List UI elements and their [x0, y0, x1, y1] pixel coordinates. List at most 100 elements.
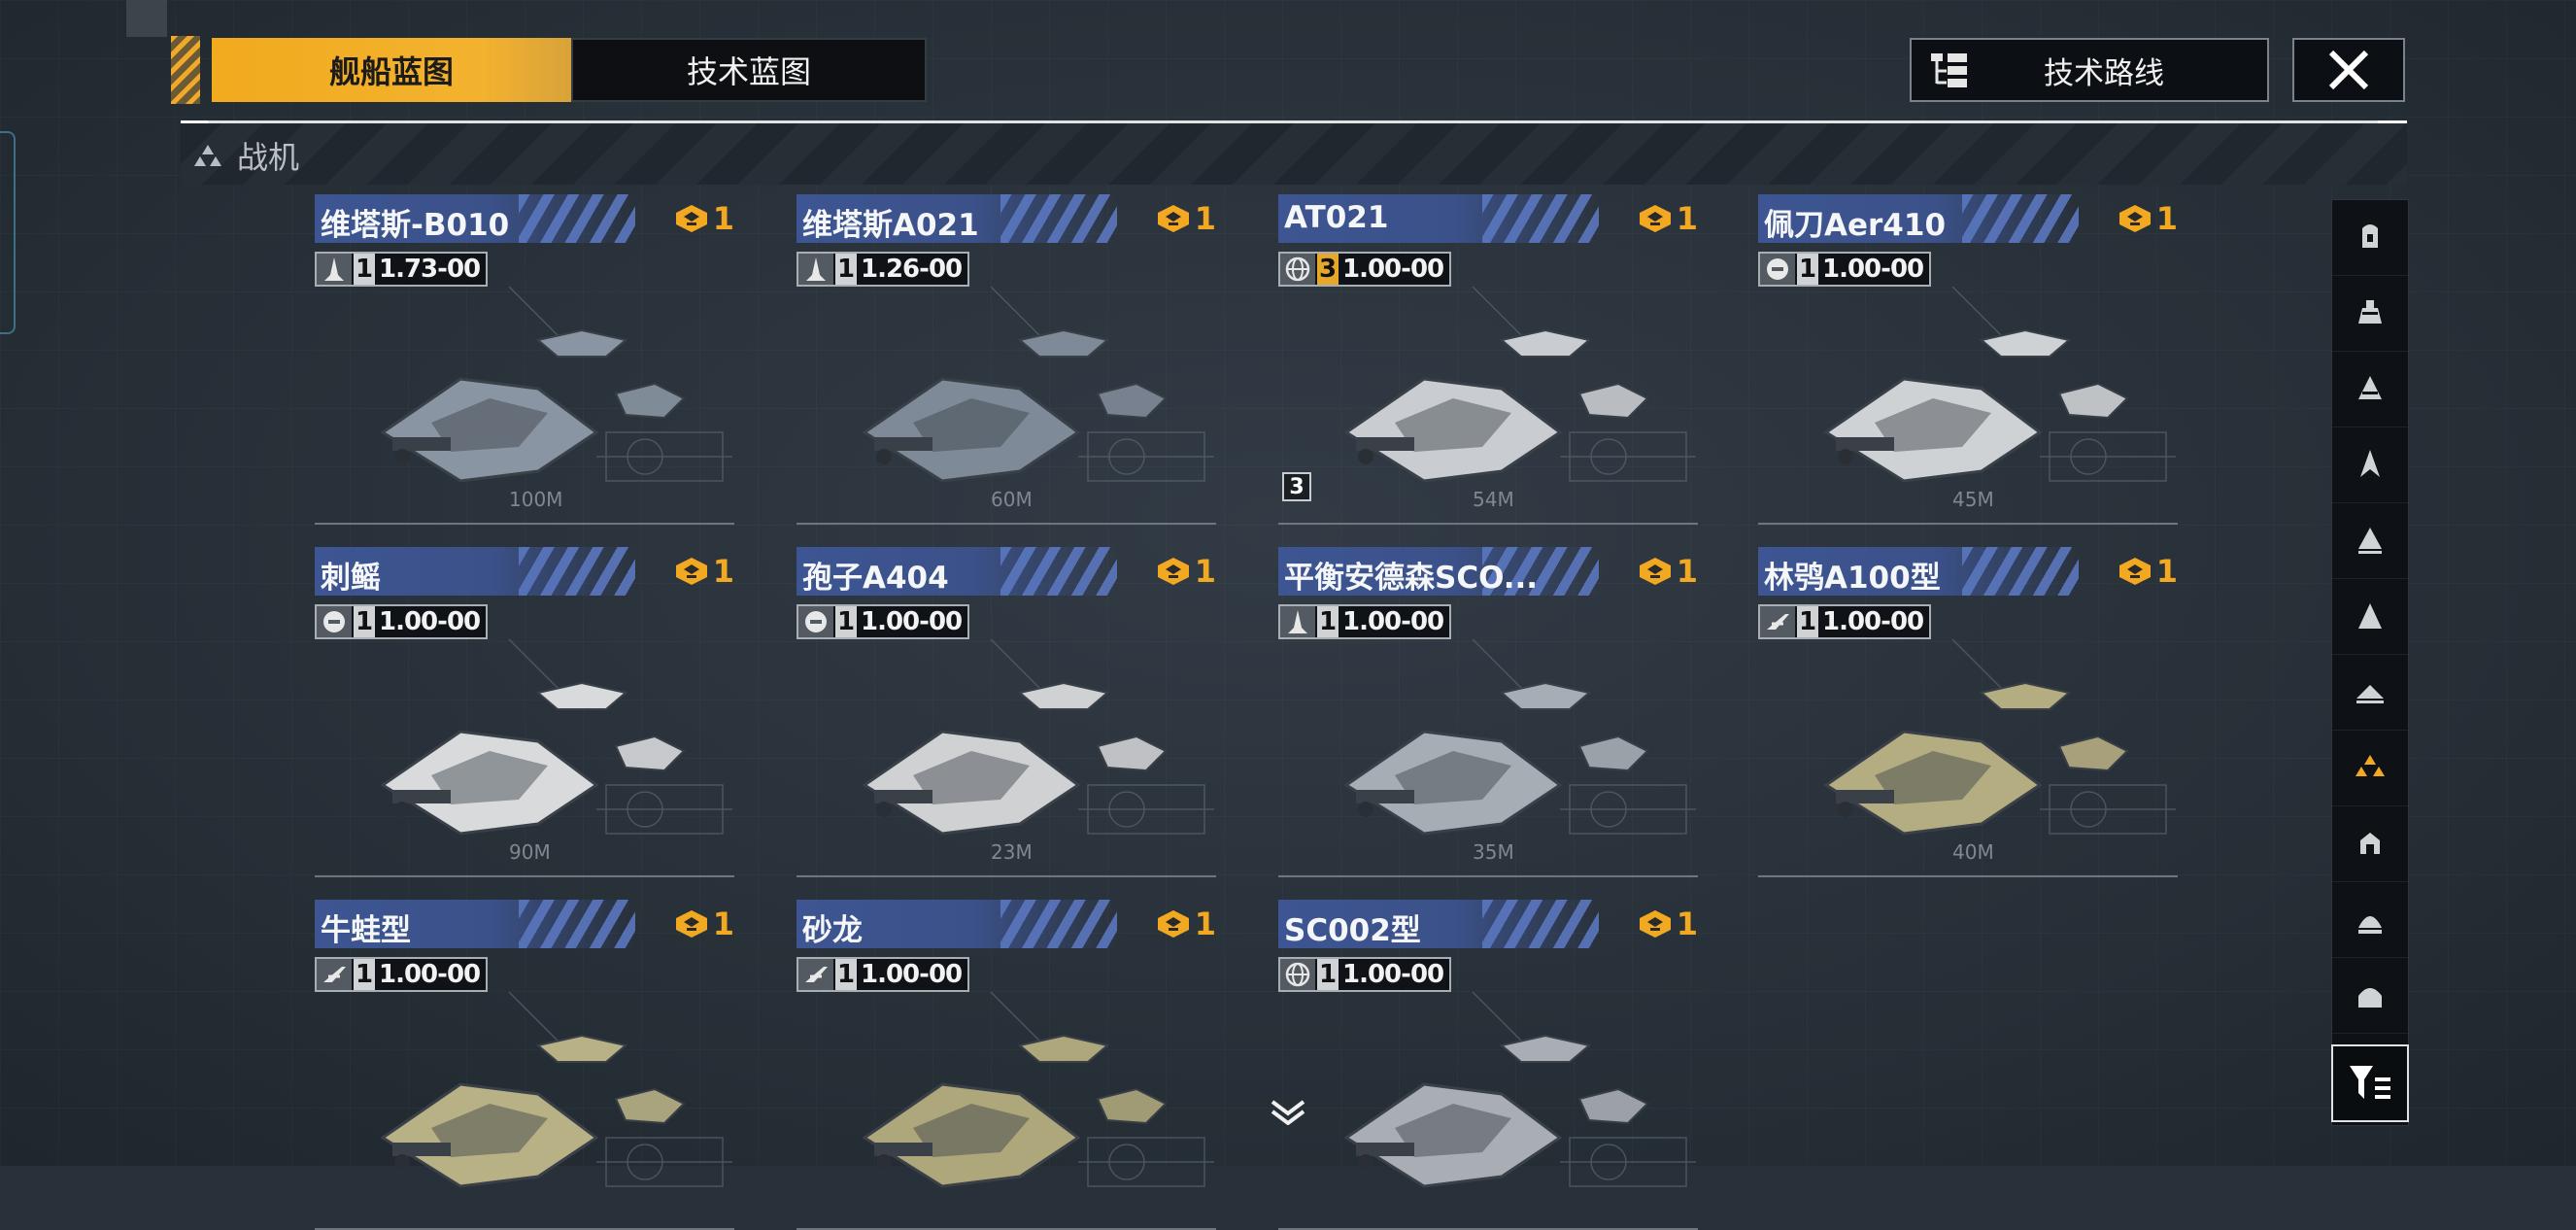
filter-utility[interactable]: [2332, 806, 2408, 882]
wing-icon: [1767, 614, 1789, 630]
ship-class-badge: [1280, 254, 1315, 285]
ship-card[interactable]: SC002型 1 1 1.00-00: [1278, 900, 1698, 1230]
card-baseline: [1758, 862, 2178, 877]
ship-rank: 1: [674, 553, 734, 590]
rank-icon: [1639, 910, 1671, 938]
ship-rank: 1: [1156, 553, 1216, 590]
ship-card[interactable]: 平衡安德森SCO... 1 1 1.00-00 35M: [1278, 547, 1698, 877]
name-bar-stripes: [1962, 547, 2079, 596]
ship-stat-value: 1.00-00: [1822, 255, 1924, 284]
ship-stat-value: 1.00-00: [379, 960, 481, 989]
tech-route-button[interactable]: 技术路线: [1910, 38, 2269, 102]
tab-ship-blueprint[interactable]: 舰船蓝图: [212, 38, 571, 102]
rank-value: 1: [1676, 553, 1698, 590]
filter-corvette[interactable]: [2332, 655, 2408, 731]
filter-button[interactable]: [2331, 1044, 2409, 1122]
frigate-icon: [2358, 527, 2382, 554]
ship-level: 1: [835, 606, 857, 637]
rank-value: 1: [1194, 200, 1216, 237]
ship-rank: 1: [1156, 905, 1216, 942]
filter-frigate[interactable]: [2332, 503, 2408, 579]
ship-card[interactable]: 林鸮A100型 1 1 1.00-00 40M: [1758, 547, 2178, 877]
header-marker: [2378, 120, 2407, 123]
battlecruiser-icon: [2358, 299, 2382, 324]
ship-stat-line: 1 1.26-00: [797, 252, 970, 287]
filter-defense[interactable]: [2332, 958, 2408, 1034]
rank-icon: [1639, 558, 1671, 585]
corner-decoration: [126, 0, 167, 37]
ship-stat-line: 1 1.00-00: [797, 604, 970, 639]
ship-class-badge: [798, 959, 833, 990]
ship-card[interactable]: 刺鳐 1 1 1.00-00 90M: [315, 547, 734, 877]
section-title: 战机: [237, 139, 300, 176]
ship-class-badge: [1280, 606, 1315, 637]
close-button[interactable]: [2292, 38, 2405, 102]
ship-card[interactable]: 佩刀Aer410 1 1 1.00-00 45M: [1758, 194, 2178, 525]
ship-stat-line: 1 1.00-00: [1278, 604, 1452, 639]
name-bar-stripes: [519, 900, 635, 948]
ship-stat-line: 1 1.00-00: [1758, 252, 1932, 287]
scroll-down-icon[interactable]: [1269, 1096, 1307, 1125]
ship-size: 90M: [509, 840, 551, 864]
tab-label: 舰船蓝图: [328, 53, 454, 90]
ship-card[interactable]: 砂龙 1 1 1.00-00: [797, 900, 1216, 1230]
ship-card[interactable]: 牛蛙型 1 1 1.00-00: [315, 900, 734, 1230]
ship-size: 35M: [1473, 840, 1514, 864]
ship-blueprint: [1343, 992, 1696, 1188]
filter-squadron[interactable]: [2332, 731, 2408, 806]
rank-icon: [2118, 205, 2151, 232]
rank-value: 1: [712, 200, 734, 237]
name-bar-stripes: [1482, 900, 1599, 948]
rank-value: 1: [712, 905, 734, 942]
card-baseline: [315, 862, 734, 877]
tech-tree-icon: [1931, 53, 1967, 87]
name-bar-stripes: [519, 194, 635, 243]
card-baseline: [797, 862, 1216, 877]
globe-icon: [1285, 962, 1310, 987]
section-header: 战机: [181, 120, 2407, 185]
globe-icon: [1285, 256, 1310, 282]
tab-label: 技术蓝图: [686, 53, 811, 90]
fighter-icon: [806, 257, 826, 281]
ship-name: 维塔斯-B010: [321, 208, 510, 243]
ship-name: 平衡安德森SCO...: [1284, 561, 1539, 596]
squadron-icon: [2356, 754, 2385, 776]
filter-destroyer[interactable]: [2332, 427, 2408, 503]
rank-value: 1: [2155, 200, 2178, 237]
ship-card[interactable]: 孢子A404 1 1 1.00-00 23M: [797, 547, 1216, 877]
ship-name: 刺鳐: [321, 561, 381, 596]
rank-icon: [675, 910, 707, 938]
filter-cruiser[interactable]: [2332, 352, 2408, 427]
name-bar-stripes: [519, 547, 635, 596]
ship-name: 砂龙: [802, 913, 863, 948]
rank-icon: [675, 205, 707, 232]
header-marker: [181, 120, 208, 123]
ship-size: 100M: [509, 488, 563, 511]
ship-name: 佩刀Aer410: [1764, 208, 1947, 243]
filter-battlecruiser[interactable]: [2332, 276, 2408, 352]
rank-value: 1: [2155, 553, 2178, 590]
fighter-icon: [1288, 610, 1307, 633]
name-bar-stripes: [1000, 547, 1117, 596]
fighter-icon: [324, 257, 344, 281]
ship-stat-value: 1.00-00: [379, 607, 481, 636]
rank-value: 1: [1676, 200, 1698, 237]
ship-card[interactable]: 维塔斯-B010 1 1 1.73-00 100M: [315, 194, 734, 525]
rank-icon: [675, 558, 707, 585]
filter-fighter-class[interactable]: [2332, 579, 2408, 655]
rank-value: 1: [712, 553, 734, 590]
ship-card[interactable]: 维塔斯A021 1 1 1.26-00 60M: [797, 194, 1216, 525]
ship-name: 林鸮A100型: [1764, 561, 1941, 596]
ship-stat-value: 1.00-00: [1342, 255, 1444, 284]
ship-rank: 1: [2118, 553, 2178, 590]
ship-card[interactable]: AT021 1 3 1.00-00 54M 3: [1278, 194, 1698, 525]
left-drawer-handle[interactable]: [0, 131, 16, 334]
ship-stat-line: 1 1.00-00: [315, 957, 489, 992]
filter-station[interactable]: [2332, 882, 2408, 958]
tab-tech-blueprint[interactable]: 技术蓝图: [571, 38, 927, 102]
filter-carrier[interactable]: [2332, 200, 2408, 276]
ship-class-badge: [798, 254, 833, 285]
wing-icon: [805, 967, 828, 982]
card-baseline: [315, 509, 734, 525]
rank-icon: [1639, 205, 1671, 232]
